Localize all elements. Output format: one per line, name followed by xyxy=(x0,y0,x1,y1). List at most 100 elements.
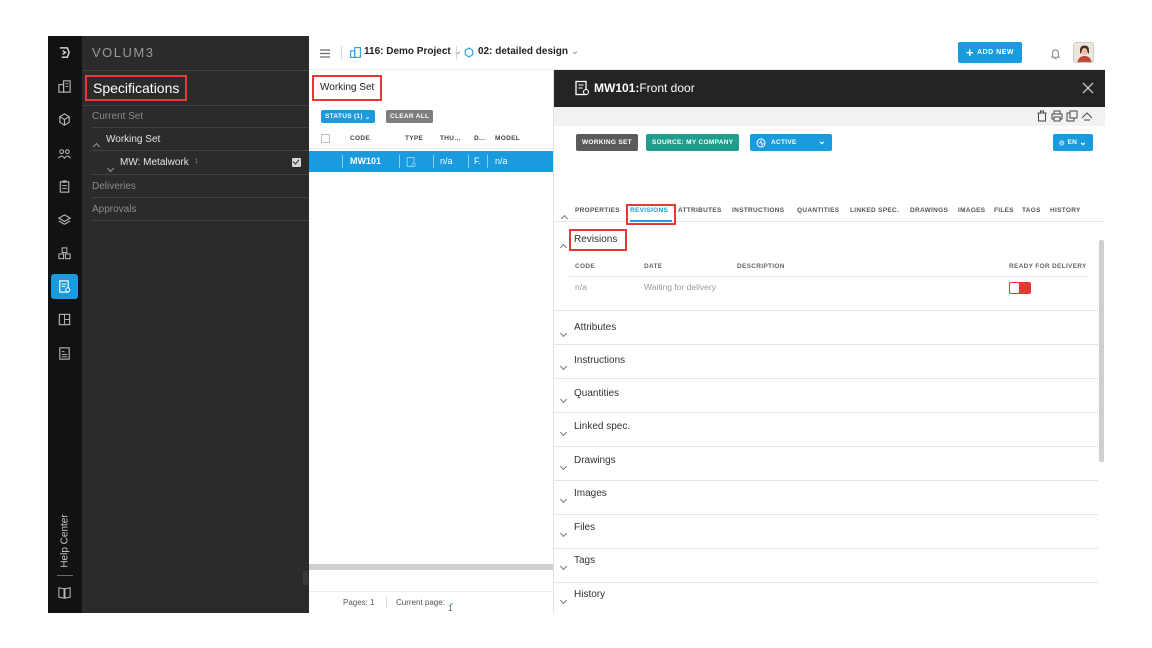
column-code[interactable]: CODE xyxy=(350,135,370,142)
deliveries-item[interactable]: Deliveries xyxy=(92,181,136,192)
horizontal-scrollbar[interactable] xyxy=(309,564,554,570)
column-thumbnail[interactable]: THU... xyxy=(440,135,461,142)
buildings-icon xyxy=(349,46,362,64)
divider xyxy=(92,150,309,151)
divider xyxy=(92,174,309,175)
column-type[interactable]: TYPE xyxy=(405,135,423,142)
tab-drawings[interactable]: DRAWINGS xyxy=(910,207,948,214)
section-quantities[interactable]: Quantities xyxy=(554,379,1098,413)
add-new-label: ADD NEW xyxy=(977,49,1015,56)
chevron-down-icon xyxy=(559,356,568,374)
section-linked-spec[interactable]: Linked spec. xyxy=(554,413,1098,447)
metalwork-item[interactable]: MW: Metalwork xyxy=(120,157,189,168)
section-images[interactable]: Images xyxy=(554,481,1098,515)
revision-date: Waiting for delivery xyxy=(644,282,716,292)
active-tab-indicator xyxy=(630,220,672,222)
design-name: 02: detailed design xyxy=(478,46,569,57)
revision-code: n/a xyxy=(575,282,587,292)
chevron-up-icon[interactable] xyxy=(559,237,568,255)
icon-rail: Help Center i xyxy=(48,36,82,613)
ready-for-delivery-toggle[interactable] xyxy=(1009,282,1031,294)
avatar[interactable] xyxy=(1073,42,1094,63)
tab-properties[interactable]: PROPERTIES xyxy=(575,207,620,214)
tab-tags[interactable]: TAGS xyxy=(1022,207,1041,214)
detail-header: MW101:Front door xyxy=(554,70,1105,126)
section-instructions[interactable]: Instructions xyxy=(554,345,1098,379)
document-icon[interactable] xyxy=(51,341,78,366)
column-d[interactable]: D... xyxy=(474,135,485,142)
bell-icon[interactable] xyxy=(1050,47,1061,65)
section-title: History xyxy=(574,589,606,600)
metalwork-checkbox[interactable] xyxy=(292,158,301,167)
specifications-icon[interactable] xyxy=(51,274,78,299)
model-icon[interactable] xyxy=(51,107,78,132)
menu-icon[interactable] xyxy=(320,46,331,64)
tab-history[interactable]: HISTORY xyxy=(1050,207,1081,214)
section-drawings[interactable]: Drawings xyxy=(554,447,1098,481)
chevron-down-icon xyxy=(559,422,568,440)
tab-quantities[interactable]: QUANTITIES xyxy=(797,207,839,214)
help-center-label: Help Center xyxy=(59,514,71,568)
chevron-up-icon[interactable] xyxy=(92,136,101,154)
tab-images[interactable]: IMAGES xyxy=(958,207,985,214)
pages-count: Pages: 1 xyxy=(343,598,375,607)
project-selector[interactable]: 116: Demo Project ⌄ xyxy=(364,46,462,57)
header-divider xyxy=(456,46,457,60)
row-thumbnail: n/a xyxy=(440,156,453,166)
buildings-icon[interactable] xyxy=(51,74,78,99)
tab-linked-spec[interactable]: LINKED SPEC. xyxy=(850,207,899,214)
detail-panel: MW101:Front door WORKING SET SOURCE: MY … xyxy=(553,70,1105,613)
chevron-down-icon: ⌄ xyxy=(818,136,826,146)
tab-attributes[interactable]: ATTRIBUTES xyxy=(678,207,722,214)
column-model[interactable]: MODEL xyxy=(495,135,520,142)
share-icon[interactable] xyxy=(1081,110,1093,122)
current-page-select[interactable]: 1 ⌄ xyxy=(448,598,455,613)
working-set-badge: WORKING SET xyxy=(576,134,638,151)
section-history[interactable]: History xyxy=(554,583,1098,613)
tab-instructions[interactable]: INSTRUCTIONS xyxy=(732,207,784,214)
working-set-panel: Working Set STATUS (1) ⌄ CLEAR ALL CODE … xyxy=(309,70,554,613)
users-icon[interactable] xyxy=(51,141,78,166)
chevron-down-icon: ⌄ xyxy=(1079,137,1087,147)
clipboard-icon[interactable] xyxy=(51,174,78,199)
globe-icon xyxy=(1059,140,1065,145)
add-new-button[interactable]: + ADD NEW xyxy=(958,42,1022,63)
section-title: Files xyxy=(574,522,596,533)
print-icon[interactable] xyxy=(1051,110,1063,122)
source-badge: SOURCE: MY COMPANY xyxy=(646,134,740,151)
logo-icon[interactable] xyxy=(51,40,78,65)
status-filter-button[interactable]: STATUS (1) ⌄ xyxy=(321,110,375,123)
divider xyxy=(82,70,309,71)
vertical-scrollbar[interactable] xyxy=(1099,240,1104,462)
section-tags[interactable]: Tags xyxy=(554,549,1098,583)
chevron-down-icon xyxy=(559,323,568,341)
approvals-item[interactable]: Approvals xyxy=(92,204,136,215)
section-title: Quantities xyxy=(574,388,620,399)
language-select[interactable]: EN ⌄ xyxy=(1053,134,1093,151)
cubes-icon[interactable] xyxy=(51,241,78,266)
working-set-item[interactable]: Working Set xyxy=(106,134,160,145)
duplicate-icon[interactable] xyxy=(1066,110,1078,122)
current-set-item[interactable]: Current Set xyxy=(92,111,143,122)
left-scrollbar[interactable] xyxy=(303,571,308,585)
design-selector[interactable]: 02: detailed design ⌄ xyxy=(478,46,579,57)
help-center-link[interactable]: Help Center xyxy=(48,511,82,571)
layout-icon[interactable] xyxy=(51,307,78,332)
clear-all-button[interactable]: CLEAR ALL xyxy=(386,110,434,123)
section-title: Linked spec. xyxy=(574,421,631,432)
section-attributes[interactable]: Attributes xyxy=(554,311,1098,345)
current-page-label: Current page: xyxy=(396,598,445,607)
status-filter-label: STATUS (1) xyxy=(325,113,363,120)
chevron-down-icon: ⌄ xyxy=(364,113,371,121)
delete-icon[interactable] xyxy=(1036,110,1048,122)
status-select[interactable]: ACTIVE ⌄ xyxy=(750,134,832,151)
close-icon[interactable] xyxy=(1082,81,1094,99)
book-icon[interactable]: i xyxy=(51,580,78,605)
select-all-checkbox[interactable] xyxy=(321,134,330,143)
chevron-down-icon xyxy=(559,590,568,608)
section-title: Drawings xyxy=(574,455,616,466)
table-row[interactable]: MW101 n/a F. n/a xyxy=(309,151,554,172)
tab-files[interactable]: FILES xyxy=(994,207,1014,214)
layers-icon[interactable] xyxy=(51,208,78,233)
section-files[interactable]: Files xyxy=(554,515,1098,549)
